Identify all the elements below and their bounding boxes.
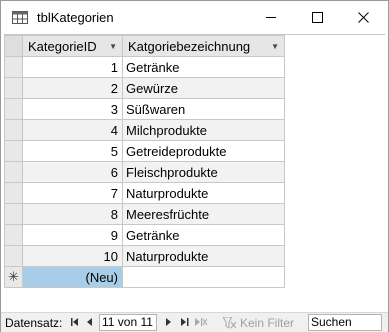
row-selector[interactable] [4, 119, 23, 141]
cell-kategorieid[interactable]: 7 [22, 182, 123, 204]
new-record-marker[interactable]: ✳ [4, 266, 23, 288]
next-record-button[interactable] [161, 315, 175, 329]
select-all-cell[interactable] [4, 35, 23, 57]
row-selector[interactable] [4, 161, 23, 183]
row-selector[interactable] [4, 98, 23, 120]
table-window: tblKategorien KategorieID ▼ Katgoriebeze… [0, 0, 389, 332]
cell-bezeichnung[interactable]: Getreideprodukte [122, 140, 285, 162]
cell-kategorieid-new[interactable]: (Neu) [22, 266, 123, 288]
column-header-bezeichnung[interactable]: Katgoriebezeichnung ▼ [122, 35, 285, 57]
close-button[interactable] [340, 1, 386, 34]
cell-bezeichnung[interactable]: Getränke [122, 56, 285, 78]
table-row[interactable]: 9 Getränke [4, 224, 285, 246]
previous-record-icon [87, 318, 92, 326]
row-selector[interactable] [4, 182, 23, 204]
cell-bezeichnung[interactable]: Getränke [122, 224, 285, 246]
filter-icon [223, 317, 237, 329]
minimize-icon [265, 17, 276, 18]
filter-button[interactable]: Kein Filter [223, 316, 294, 330]
minimize-button[interactable] [248, 1, 294, 34]
cell-bezeichnung-new[interactable] [122, 266, 285, 288]
first-record-button[interactable] [68, 315, 82, 329]
first-record-icon [71, 318, 78, 326]
table-icon [12, 11, 28, 24]
column-header-kategorieid[interactable]: KategorieID ▼ [22, 35, 123, 57]
sort-dropdown-icon[interactable]: ▼ [109, 42, 117, 51]
cell-bezeichnung[interactable]: Fleischprodukte [122, 161, 285, 183]
row-selector[interactable] [4, 224, 23, 246]
cell-bezeichnung[interactable]: Naturprodukte [122, 245, 285, 267]
previous-record-button[interactable] [83, 315, 97, 329]
table-row[interactable]: 7 Naturprodukte [4, 182, 285, 204]
new-record-row[interactable]: ✳ (Neu) [4, 266, 285, 288]
table-row[interactable]: 8 Meeresfrüchte [4, 203, 285, 225]
row-selector[interactable] [4, 203, 23, 225]
cell-kategorieid[interactable]: 2 [22, 77, 123, 99]
title-bar: tblKategorien [1, 1, 388, 34]
row-selector[interactable] [4, 245, 23, 267]
new-record-button[interactable] [194, 315, 208, 329]
column-header-label: Katgoriebezeichnung [128, 38, 251, 54]
next-record-icon [166, 318, 171, 326]
cell-kategorieid[interactable]: 5 [22, 140, 123, 162]
close-icon [357, 12, 369, 23]
table-row[interactable]: 6 Fleischprodukte [4, 161, 285, 183]
cell-kategorieid[interactable]: 8 [22, 203, 123, 225]
sort-dropdown-icon[interactable]: ▼ [271, 42, 279, 51]
record-navigation-bar: Datensatz: 11 von 11 Kein Filter Suchen [1, 312, 388, 332]
table-row[interactable]: 5 Getreideprodukte [4, 140, 285, 162]
cell-bezeichnung[interactable]: Milchprodukte [122, 119, 285, 141]
row-selector[interactable] [4, 56, 23, 78]
table-row[interactable]: 10 Naturprodukte [4, 245, 285, 267]
table-row[interactable]: 2 Gewürze [4, 77, 285, 99]
cell-kategorieid[interactable]: 1 [22, 56, 123, 78]
row-selector[interactable] [4, 77, 23, 99]
new-record-icon [195, 318, 207, 326]
table-row[interactable]: 3 Süßwaren [4, 98, 285, 120]
maximize-button[interactable] [294, 1, 340, 34]
maximize-icon [311, 12, 323, 23]
last-record-icon [180, 318, 188, 326]
table-row[interactable]: 1 Getränke [4, 56, 285, 78]
cell-bezeichnung[interactable]: Gewürze [122, 77, 285, 99]
current-record-field[interactable]: 11 von 11 [99, 314, 157, 331]
search-input[interactable]: Suchen [308, 314, 382, 331]
datasheet: KategorieID ▼ Katgoriebezeichnung ▼ 1 Get… [4, 34, 385, 311]
last-record-button[interactable] [178, 315, 192, 329]
filter-label: Kein Filter [240, 316, 295, 330]
datasheet-table: KategorieID ▼ Katgoriebezeichnung ▼ 1 Get… [4, 35, 285, 288]
cell-bezeichnung[interactable]: Süßwaren [122, 98, 285, 120]
window-title: tblKategorien [37, 10, 114, 25]
cell-kategorieid[interactable]: 6 [22, 161, 123, 183]
column-header-label: KategorieID [28, 38, 97, 54]
cell-kategorieid[interactable]: 10 [22, 245, 123, 267]
cell-bezeichnung[interactable]: Meeresfrüchte [122, 203, 285, 225]
cell-bezeichnung[interactable]: Naturprodukte [122, 182, 285, 204]
cell-kategorieid[interactable]: 3 [22, 98, 123, 120]
table-row[interactable]: 4 Milchprodukte [4, 119, 285, 141]
record-label: Datensatz: [5, 316, 63, 330]
row-selector[interactable] [4, 140, 23, 162]
cell-kategorieid[interactable]: 4 [22, 119, 123, 141]
cell-kategorieid[interactable]: 9 [22, 224, 123, 246]
